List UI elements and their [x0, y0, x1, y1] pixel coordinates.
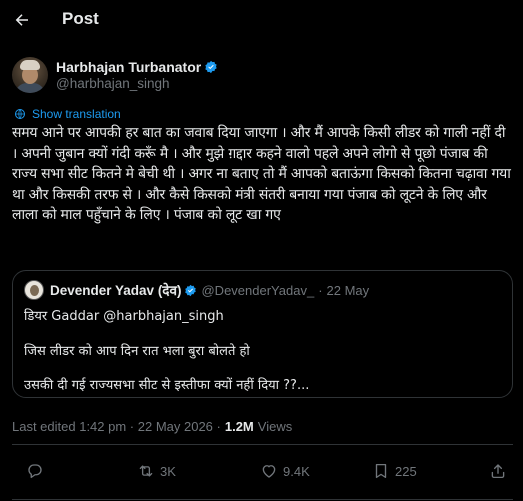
author-handle[interactable]: @harbhajan_singh [56, 76, 218, 91]
avatar[interactable] [12, 57, 48, 93]
quoted-post[interactable]: Devender Yadav (देव) @DevenderYadav_ · 2… [12, 270, 513, 398]
quoted-date: 22 May [326, 282, 370, 298]
last-edited[interactable]: Last edited 1:42 pm · 22 May 2026 · [12, 419, 221, 434]
views-label: Views [257, 419, 293, 434]
top-bar: Post [0, 0, 523, 40]
quoted-author-handle: @DevenderYadav_ [201, 282, 315, 298]
share-button[interactable] [489, 456, 507, 486]
repost-button[interactable]: 3K [137, 456, 176, 486]
post-text: समय आने पर आपकी हर बात का जवाब दिया जाएग… [12, 125, 511, 223]
repost-icon [139, 465, 153, 477]
quoted-avatar [24, 280, 44, 300]
divider [12, 444, 513, 445]
arrow-left-icon [15, 14, 28, 26]
reply-icon [28, 464, 42, 479]
back-button[interactable] [6, 4, 38, 36]
page-title: Post [62, 9, 99, 28]
verified-badge-icon [205, 60, 217, 74]
divider [12, 499, 513, 500]
show-translation-label: Show translation [32, 107, 121, 121]
post-meta: Last edited 1:42 pm · 22 May 2026 · 1.2M… [12, 419, 292, 434]
bookmark-count: 225 [395, 463, 417, 479]
action-bar: 3K 9.4K 225 [0, 456, 523, 486]
views-count: 1.2M [224, 419, 254, 434]
like-button[interactable]: 9.4K [260, 456, 310, 486]
quoted-text-line: जिस लीडर को आप दिन रात भला बुरा बोलते हो [24, 344, 250, 359]
quoted-text-line: उसकी दी गई राज्यसभा सीट से इस्तीफा क्यों… [24, 378, 310, 393]
reply-button[interactable] [26, 456, 44, 486]
heart-icon [262, 465, 276, 478]
like-count: 9.4K [283, 463, 310, 479]
quoted-text-line: डियर Gaddar @harbhajan_singh [24, 309, 224, 324]
share-icon [491, 464, 505, 479]
bookmark-button[interactable]: 225 [372, 456, 417, 486]
quoted-author-name: Devender Yadav (देव) [50, 283, 182, 298]
post-author: Harbhajan Turbanator @harbhajan_singh [12, 54, 218, 96]
repost-count: 3K [160, 463, 176, 479]
author-name[interactable]: Harbhajan Turbanator [56, 59, 201, 75]
separator-dot: · [318, 282, 323, 298]
bookmark-icon [375, 463, 387, 479]
translate-icon [15, 109, 25, 119]
show-translation-link[interactable]: Show translation [14, 107, 121, 121]
verified-badge-icon [185, 284, 197, 296]
